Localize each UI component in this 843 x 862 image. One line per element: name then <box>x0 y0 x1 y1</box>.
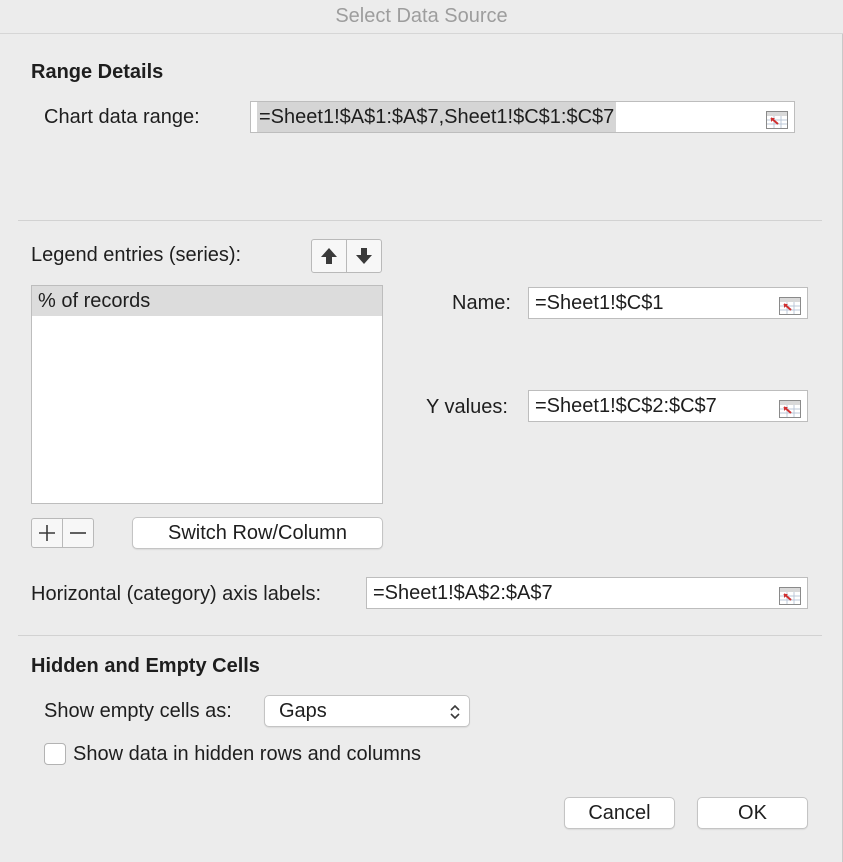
show-empty-cells-value: Gaps <box>279 700 327 722</box>
add-series-button[interactable] <box>32 519 62 547</box>
cancel-button[interactable]: Cancel <box>564 797 675 829</box>
section-divider <box>18 635 822 636</box>
y-values-label: Y values: <box>426 396 508 418</box>
move-down-button[interactable] <box>346 240 381 272</box>
series-name-field[interactable]: =Sheet1!$C$1 <box>528 287 808 319</box>
plus-icon <box>39 525 55 541</box>
up-down-chevron-icon <box>450 704 460 720</box>
dialog-title: Select Data Source <box>0 0 843 34</box>
y-values-value: =Sheet1!$C$2:$C$7 <box>535 395 717 417</box>
collapse-range-icon[interactable] <box>779 397 801 418</box>
axis-labels-value: =Sheet1!$A$2:$A$7 <box>373 582 553 604</box>
add-remove-series-buttons <box>31 518 94 548</box>
arrow-down-icon <box>356 248 372 264</box>
chart-data-range-field[interactable]: =Sheet1!$A$1:$A$7,Sheet1!$C$1:$C$7 <box>250 101 795 133</box>
move-up-button[interactable] <box>312 240 346 272</box>
chart-data-range-value: =Sheet1!$A$1:$A$7,Sheet1!$C$1:$C$7 <box>257 102 617 132</box>
remove-series-button[interactable] <box>62 519 93 547</box>
chart-data-range-label: Chart data range: <box>44 106 200 128</box>
ok-button[interactable]: OK <box>697 797 808 829</box>
y-values-field[interactable]: =Sheet1!$C$2:$C$7 <box>528 390 808 422</box>
minus-icon <box>70 532 86 534</box>
show-hidden-data-checkbox[interactable] <box>44 743 66 765</box>
axis-labels-field[interactable]: =Sheet1!$A$2:$A$7 <box>366 577 808 609</box>
show-hidden-data-label: Show data in hidden rows and columns <box>73 743 421 765</box>
series-name-value: =Sheet1!$C$1 <box>535 292 664 314</box>
legend-series-list[interactable]: % of records <box>31 285 383 504</box>
collapse-range-icon[interactable] <box>779 294 801 315</box>
range-details-heading: Range Details <box>31 61 164 83</box>
show-empty-cells-select[interactable]: Gaps <box>264 695 470 727</box>
switch-row-column-button[interactable]: Switch Row/Column <box>132 517 383 549</box>
series-name-label: Name: <box>452 292 511 314</box>
legend-series-item[interactable]: % of records <box>32 286 382 316</box>
collapse-range-icon[interactable] <box>779 584 801 605</box>
show-empty-cells-label: Show empty cells as: <box>44 700 232 722</box>
select-data-source-dialog: Select Data Source Range Details Chart d… <box>0 0 843 862</box>
collapse-range-icon[interactable] <box>766 108 788 129</box>
arrow-up-icon <box>321 248 337 264</box>
section-divider <box>18 220 822 221</box>
hidden-empty-heading: Hidden and Empty Cells <box>31 655 260 677</box>
axis-labels-label: Horizontal (category) axis labels: <box>31 583 322 605</box>
move-series-buttons <box>311 239 382 273</box>
legend-entries-label: Legend entries (series): <box>31 244 242 266</box>
